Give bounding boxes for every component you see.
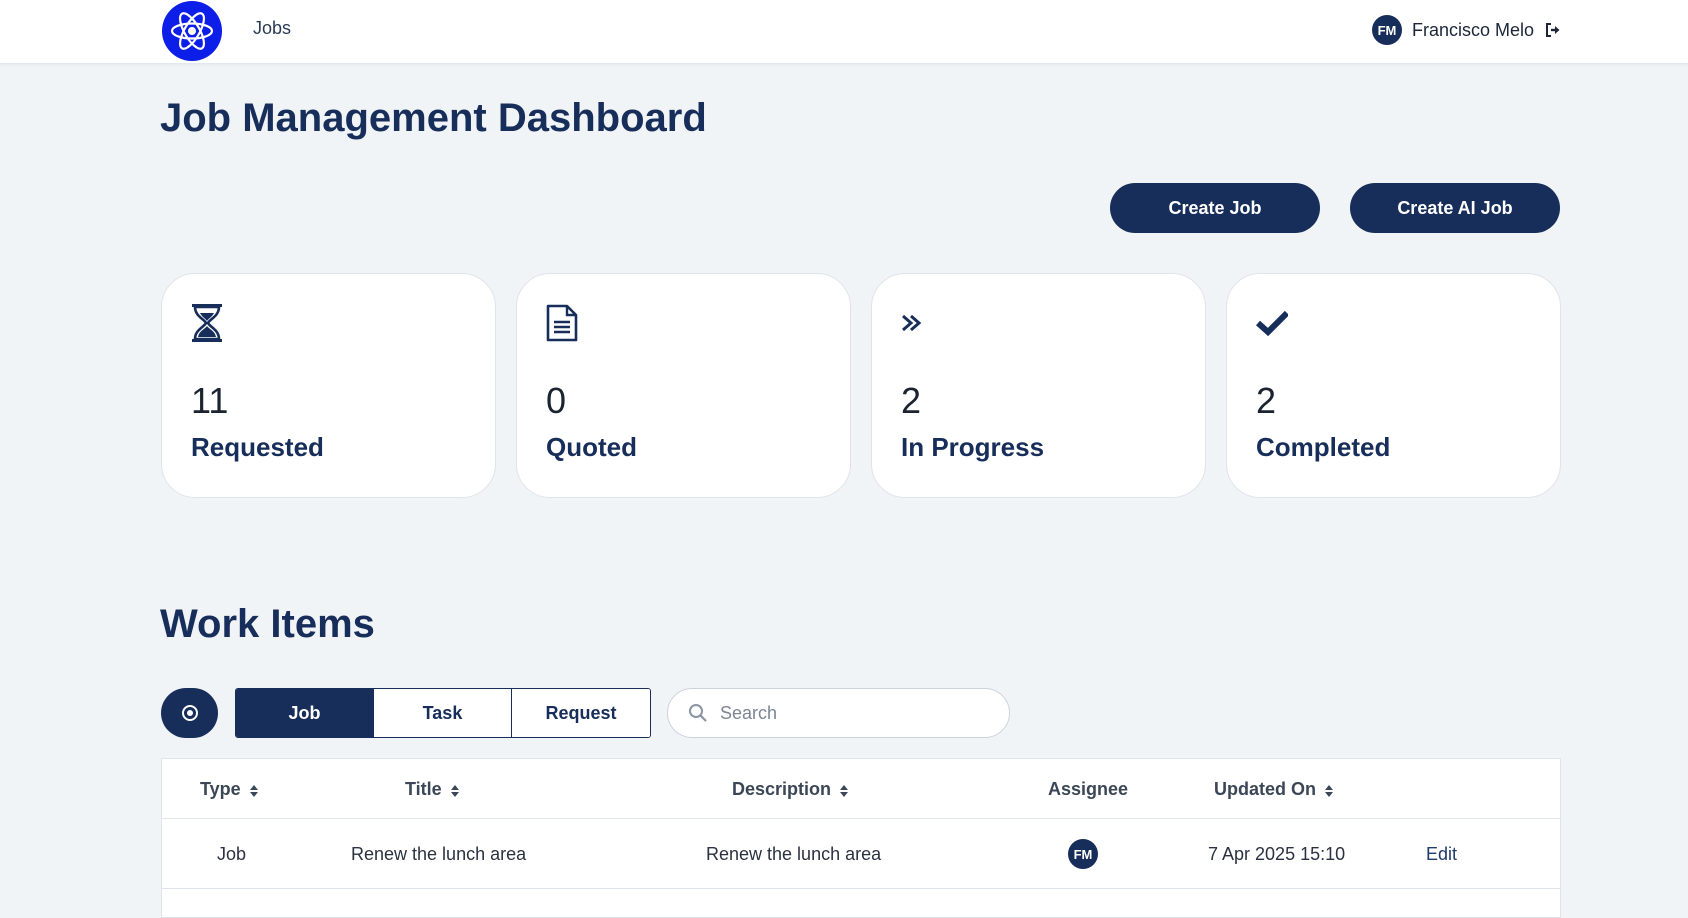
stat-card-in-progress[interactable]: 2 In Progress xyxy=(871,273,1206,498)
stat-count: 2 xyxy=(1256,380,1277,421)
stat-count: 2 xyxy=(901,380,922,421)
sort-icon xyxy=(450,782,460,797)
stat-card-quoted[interactable]: 0 Quoted xyxy=(516,273,851,498)
section-title: Work Items xyxy=(160,602,375,646)
table-row[interactable]: Job Renew the lunch area Renew the lunch… xyxy=(162,819,1560,889)
cell-description: Renew the lunch area xyxy=(706,843,882,864)
stats-cards: 11 Requested 0 Quoted 2 In Progress 2 Co… xyxy=(161,273,1561,498)
stat-label: Requested xyxy=(191,432,324,462)
column-header-updated-on[interactable]: Updated On xyxy=(1214,759,1334,819)
column-label: Assignee xyxy=(1048,778,1129,799)
stat-label: In Progress xyxy=(901,432,1045,462)
stat-label: Quoted xyxy=(546,432,637,462)
create-job-button[interactable]: Create Job xyxy=(1110,183,1320,233)
tab-job[interactable]: Job xyxy=(236,689,374,737)
document-icon xyxy=(546,304,578,342)
create-ai-job-button[interactable]: Create AI Job xyxy=(1350,183,1560,233)
search-input[interactable] xyxy=(720,702,990,724)
column-header-assignee: Assignee xyxy=(1048,759,1128,819)
double-chevron-right-icon xyxy=(901,304,933,342)
cell-updated-on: 7 Apr 2025 15:10 xyxy=(1208,843,1346,864)
tab-task[interactable]: Task xyxy=(374,689,512,737)
cell-type: Job xyxy=(217,843,247,864)
column-label: Description xyxy=(732,778,832,799)
cell-title: Renew the lunch area xyxy=(351,843,527,864)
atom-icon[interactable] xyxy=(162,1,222,61)
stat-count: 0 xyxy=(546,380,567,421)
user-name: Francisco Melo xyxy=(1411,19,1534,40)
checkmark-icon xyxy=(1255,304,1290,342)
cell-assignee: FM xyxy=(1068,819,1098,889)
column-header-description[interactable]: Description xyxy=(732,759,849,819)
stat-card-requested[interactable]: 11 Requested xyxy=(161,273,496,498)
stat-count: 11 xyxy=(191,380,229,421)
hourglass-icon xyxy=(191,304,223,342)
sort-icon xyxy=(249,782,259,797)
search-box xyxy=(667,688,1010,738)
page-title: Job Management Dashboard xyxy=(160,96,707,140)
type-tabs: Job Task Request xyxy=(235,688,651,738)
sort-icon xyxy=(1324,782,1334,797)
table-header: Type Title Description Assignee Updated … xyxy=(162,759,1560,819)
stat-card-completed[interactable]: 2 Completed xyxy=(1226,273,1561,498)
work-items-table: Type Title Description Assignee Updated … xyxy=(161,758,1561,918)
column-label: Updated On xyxy=(1214,778,1316,799)
avatar: FM xyxy=(1068,839,1098,869)
column-header-type[interactable]: Type xyxy=(200,759,259,819)
top-navbar: Jobs FM Francisco Melo xyxy=(0,0,1688,64)
column-label: Type xyxy=(200,778,241,799)
avatar: FM xyxy=(1371,15,1402,45)
stat-label: Completed xyxy=(1256,432,1391,462)
search-icon xyxy=(688,703,708,723)
user-menu[interactable]: FM Francisco Melo xyxy=(1371,15,1562,45)
column-label: Title xyxy=(405,778,442,799)
column-header-title[interactable]: Title xyxy=(405,759,460,819)
nav-jobs-link[interactable]: Jobs xyxy=(253,18,291,39)
edit-link[interactable]: Edit xyxy=(1426,844,1457,865)
sort-icon xyxy=(839,782,849,797)
tab-request[interactable]: Request xyxy=(512,689,650,737)
sign-out-icon[interactable] xyxy=(1544,21,1562,39)
target-icon[interactable] xyxy=(161,688,218,738)
cell-action: Edit xyxy=(1426,819,1457,889)
